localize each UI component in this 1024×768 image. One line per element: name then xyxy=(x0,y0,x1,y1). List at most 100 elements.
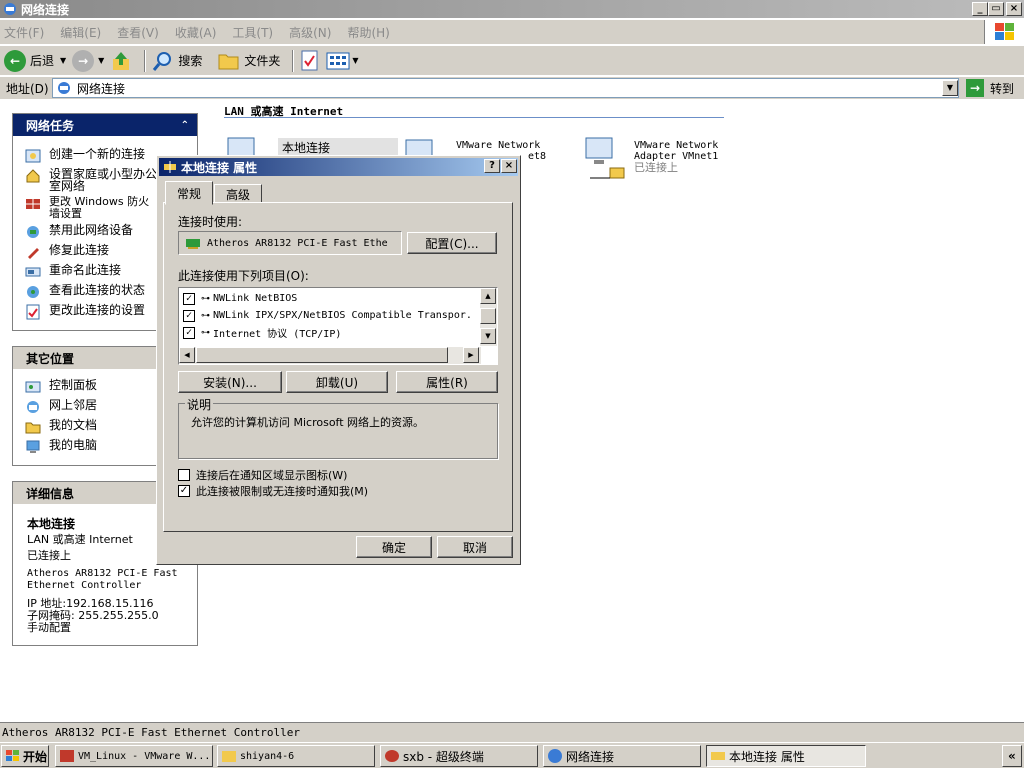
menu-file[interactable]: 文件(F) xyxy=(4,24,44,41)
network-tasks-header[interactable]: 网络任务 ⌃ xyxy=(13,114,197,136)
menu-edit[interactable]: 编辑(E) xyxy=(60,24,101,41)
menu-advanced[interactable]: 高级(N) xyxy=(289,24,331,41)
toolbar: ← 后退 ▼ → ▼ 搜索 文件夹 ▼ xyxy=(0,45,1024,75)
taskbar-hyperterminal[interactable]: sxb - 超级终端 xyxy=(380,745,538,767)
menu-tools[interactable]: 工具(T) xyxy=(232,24,273,41)
menu-view[interactable]: 查看(V) xyxy=(117,24,159,41)
start-button[interactable]: 开始 xyxy=(1,745,49,767)
back-dropdown-icon[interactable]: ▼ xyxy=(60,56,66,65)
adapter-display: Atheros AR8132 PCI-E Fast Ethe xyxy=(178,231,402,255)
list-item-nwlink-netbios[interactable]: ✓ ⊶ NWLink NetBIOS xyxy=(179,290,479,307)
repair-icon xyxy=(28,248,39,259)
place-label: 我的电脑 xyxy=(49,438,98,452)
search-label: 搜索 xyxy=(178,54,203,68)
go-label: 转到 xyxy=(990,81,1015,96)
items-list[interactable]: ✓ ⊶ NWLink NetBIOS ✓ ⊶ NWLink IPX/SPX/Ne… xyxy=(178,287,498,365)
properties-dialog: 本地连接 属性 ? × 常规 高级 连接时使用: Atheros AR8132 … xyxy=(156,155,521,565)
taskbar-lan-properties[interactable]: 本地连接 属性 xyxy=(706,745,866,767)
uninstall-button[interactable]: 卸载(U) xyxy=(286,371,388,393)
cancel-button[interactable]: 取消 xyxy=(437,536,513,558)
help-button[interactable]: ? xyxy=(484,159,500,173)
details-config: 手动配置 xyxy=(27,621,71,634)
show-icon-checkbox[interactable] xyxy=(178,469,190,481)
tab-general[interactable]: 常规 xyxy=(165,181,213,205)
search-button[interactable]: 搜索 xyxy=(152,50,202,72)
connection-vmnet1[interactable]: VMware Network Adapter VMnet1 已连接上 xyxy=(580,134,718,184)
description-group: 说明 允许您的计算机访问 Microsoft 网络上的资源。 xyxy=(178,396,498,459)
taskbar-network-connections[interactable]: 网络连接 xyxy=(543,745,701,767)
notify-checkbox[interactable]: ✓ xyxy=(178,485,190,497)
back-button[interactable]: ← 后退 ▼ xyxy=(4,49,66,72)
network-tasks-title: 网络任务 xyxy=(26,118,75,133)
up-folder-button[interactable] xyxy=(110,50,132,72)
scroll-right-button[interactable]: ▶ xyxy=(463,347,479,363)
vertical-scrollbar[interactable]: ▲ ▼ xyxy=(480,288,497,346)
taskbar-vmware[interactable]: VM_Linux - VMware W... xyxy=(55,745,213,767)
forward-button[interactable]: → ▼ xyxy=(72,49,104,72)
status-icon xyxy=(27,286,39,298)
collapse-chevron-icon[interactable]: ⌃ xyxy=(181,120,189,131)
configure-button[interactable]: 配置(C)... xyxy=(407,232,497,254)
back-label: 后退 xyxy=(30,54,55,68)
task-label: 查看此连接的状态 xyxy=(49,283,146,297)
minimize-button[interactable]: _ xyxy=(972,2,988,16)
show-icon-option[interactable]: 连接后在通知区域显示图标(W) xyxy=(178,467,347,483)
go-button[interactable]: → 转到 xyxy=(966,79,1014,97)
maximize-button[interactable]: ▭ xyxy=(988,2,1004,16)
scroll-up-button[interactable]: ▲ xyxy=(480,288,496,304)
scroll-down-button[interactable]: ▼ xyxy=(480,328,496,344)
list-item-tcpip[interactable]: ✓ ⊶ Internet 协议 (TCP/IP) xyxy=(179,324,479,341)
close-button[interactable]: × xyxy=(1006,2,1022,16)
firewall-icon xyxy=(26,199,40,209)
scroll-thumb[interactable] xyxy=(480,308,496,324)
scroll-left-button[interactable]: ◀ xyxy=(179,347,195,363)
item-properties-button[interactable]: 属性(R) xyxy=(396,371,498,393)
window-titlebar[interactable]: 网络连接 _ ▭ × xyxy=(0,0,1024,18)
forward-dropdown-icon[interactable]: ▼ xyxy=(98,56,104,65)
show-icon-label: 连接后在通知区域显示图标(W) xyxy=(196,469,348,482)
address-label: 地址(D) xyxy=(6,82,49,96)
taskbar-label: shiyan4-6 xyxy=(240,750,295,762)
views-dropdown-icon[interactable]: ▼ xyxy=(352,56,358,65)
go-arrow-icon: → xyxy=(966,79,984,97)
windows-flag-icon xyxy=(6,750,19,761)
dialog-titlebar[interactable]: 本地连接 属性 ? × xyxy=(159,158,518,176)
tab-advanced[interactable]: 高级 xyxy=(214,184,262,203)
install-button[interactable]: 安装(N)... xyxy=(178,371,282,393)
hyperterminal-icon xyxy=(385,750,399,762)
item-checkbox[interactable]: ✓ xyxy=(183,292,195,305)
adapter-name: Atheros AR8132 PCI-E Fast Ethe xyxy=(207,237,388,249)
settings-icon xyxy=(26,304,40,320)
item-checkbox[interactable]: ✓ xyxy=(183,326,195,339)
address-value: 网络连接 xyxy=(77,81,126,96)
menu-help[interactable]: 帮助(H) xyxy=(347,24,389,41)
task-label: 创建一个新的连接 xyxy=(49,147,146,161)
address-input[interactable]: 网络连接 xyxy=(52,78,959,98)
section-divider xyxy=(224,117,724,118)
start-label: 开始 xyxy=(23,749,48,764)
network-icon xyxy=(4,3,16,15)
lan-icon xyxy=(711,752,725,760)
tray-toggle-button[interactable]: « xyxy=(1002,745,1022,767)
views-button[interactable]: ▼ xyxy=(326,51,359,71)
toolbar-separator xyxy=(292,49,295,72)
menu-favorites[interactable]: 收藏(A) xyxy=(175,24,217,41)
computer-icon xyxy=(26,440,40,453)
notify-option[interactable]: ✓ 此连接被限制或无连接时通知我(M) xyxy=(178,483,368,499)
folders-button[interactable]: 文件夹 xyxy=(218,51,280,71)
list-item-nwlink-ipx[interactable]: ✓ ⊶ NWLink IPX/SPX/NetBIOS Compatible Tr… xyxy=(179,307,479,324)
ok-button[interactable]: 确定 xyxy=(356,536,432,558)
item-checkbox[interactable]: ✓ xyxy=(183,309,195,322)
network-card-icon xyxy=(186,239,200,249)
horizontal-scroll-thumb[interactable] xyxy=(196,347,448,363)
properties-toolbar-button[interactable] xyxy=(300,50,320,72)
horizontal-scrollbar[interactable]: ◀ ▶ xyxy=(179,347,481,364)
folder-icon xyxy=(222,750,236,762)
task-label: 修复此连接 xyxy=(49,243,110,257)
taskbar: 开始 VM_Linux - VMware W... shiyan4-6 sxb … xyxy=(0,742,1024,768)
search-icon xyxy=(153,51,172,71)
dialog-close-button[interactable]: × xyxy=(501,159,517,173)
checklist-icon xyxy=(301,50,318,70)
taskbar-shiyan[interactable]: shiyan4-6 xyxy=(217,745,375,767)
address-dropdown-button[interactable]: ▼ xyxy=(942,80,958,96)
